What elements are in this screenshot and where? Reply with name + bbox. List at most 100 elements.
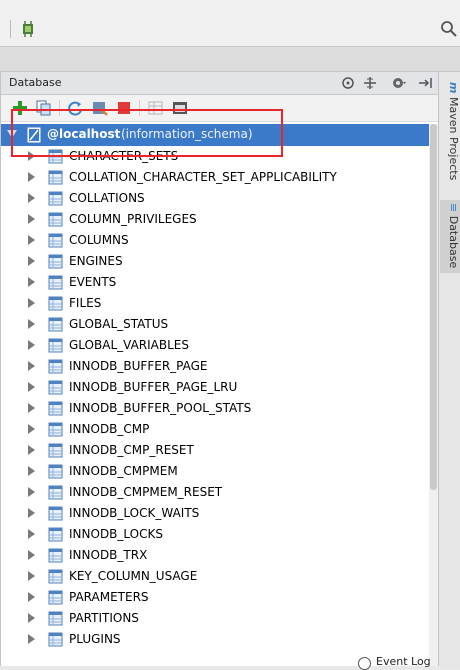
tab-maven-projects[interactable]: m Maven Projects	[440, 80, 460, 192]
expand-caret-icon[interactable]	[28, 361, 35, 371]
table-row[interactable]: COLLATION_CHARACTER_SET_APPLICABILITY	[1, 167, 429, 188]
table-name: PARTITIONS	[69, 611, 139, 625]
table-view-icon[interactable]	[147, 99, 165, 117]
table-name: INNODB_CMPMEM	[69, 464, 178, 478]
add-icon[interactable]	[11, 99, 29, 117]
table-icon	[48, 506, 63, 521]
expand-caret-icon[interactable]	[28, 424, 35, 434]
table-row[interactable]: INNODB_BUFFER_POOL_STATS	[1, 398, 429, 419]
properties-icon[interactable]	[91, 99, 109, 117]
hide-panel-icon[interactable]	[417, 75, 433, 91]
table-name: INNODB_LOCK_WAITS	[69, 506, 200, 520]
table-row[interactable]: INNODB_LOCKS	[1, 524, 429, 545]
copy-icon[interactable]	[35, 99, 53, 117]
expand-caret-icon[interactable]	[28, 466, 35, 476]
expand-caret-icon[interactable]	[28, 319, 35, 329]
table-row[interactable]: COLUMN_PRIVILEGES	[1, 209, 429, 230]
table-row[interactable]: INNODB_LOCK_WAITS	[1, 503, 429, 524]
table-row[interactable]: GLOBAL_STATUS	[1, 314, 429, 335]
expand-caret-icon[interactable]	[28, 571, 35, 581]
expand-caret-icon[interactable]	[28, 445, 35, 455]
toolbar-left-edge	[0, 20, 11, 38]
event-log-icon[interactable]	[358, 657, 371, 670]
schema-tree: @localhost (information_schema) CHARACTE…	[1, 124, 429, 666]
table-name: INNODB_TRX	[69, 548, 148, 562]
vertical-scrollbar[interactable]	[429, 124, 438, 666]
table-name: FILES	[69, 296, 102, 310]
tab-label: Maven Projects	[447, 96, 460, 181]
table-name: INNODB_LOCKS	[69, 527, 163, 541]
expand-caret-icon[interactable]	[28, 151, 35, 161]
refresh-icon[interactable]	[66, 99, 84, 117]
table-icon	[48, 233, 63, 248]
table-name: COLLATION_CHARACTER_SET_APPLICABILITY	[69, 170, 337, 184]
expand-caret-icon[interactable]	[28, 613, 35, 623]
panel-header: Database	[1, 72, 438, 95]
collapse-all-icon[interactable]	[362, 75, 378, 91]
expand-caret-icon[interactable]	[28, 382, 35, 392]
expand-caret-icon[interactable]	[28, 172, 35, 182]
expand-caret-icon[interactable]	[28, 592, 35, 602]
expand-caret-icon[interactable]	[7, 130, 17, 138]
database-toolbar	[1, 95, 438, 122]
expand-caret-icon[interactable]	[28, 634, 35, 644]
table-icon	[48, 548, 63, 563]
expand-caret-icon[interactable]	[28, 277, 35, 287]
table-row[interactable]: PARTITIONS	[1, 608, 429, 629]
plugin-chip-icon[interactable]	[20, 20, 36, 38]
stop-icon[interactable]	[115, 99, 133, 117]
database-icon: ≡	[447, 203, 460, 213]
table-row[interactable]: INNODB_CMPMEM_RESET	[1, 482, 429, 503]
table-row[interactable]: KEY_COLUMN_USAGE	[1, 566, 429, 587]
gear-icon[interactable]	[391, 75, 407, 91]
table-icon	[48, 338, 63, 353]
event-log-label[interactable]: Event Log	[376, 655, 431, 668]
table-row[interactable]: ENGINES	[1, 251, 429, 272]
datasource-icon	[27, 127, 41, 143]
table-name: INNODB_CMP_RESET	[69, 443, 194, 457]
tab-database[interactable]: ≡ Database	[440, 200, 460, 273]
panel-title: Database	[9, 76, 62, 89]
table-icon	[48, 569, 63, 584]
table-row[interactable]: INNODB_TRX	[1, 545, 429, 566]
table-row[interactable]: INNODB_BUFFER_PAGE_LRU	[1, 377, 429, 398]
console-icon[interactable]	[171, 99, 189, 117]
table-row[interactable]: INNODB_BUFFER_PAGE	[1, 356, 429, 377]
expand-caret-icon[interactable]	[28, 214, 35, 224]
schema-name: (information_schema)	[121, 127, 253, 141]
expand-caret-icon[interactable]	[28, 508, 35, 518]
table-row[interactable]: INNODB_CMPMEM	[1, 461, 429, 482]
expand-caret-icon[interactable]	[28, 550, 35, 560]
table-name: COLLATIONS	[69, 191, 145, 205]
table-row[interactable]: PLUGINS	[1, 629, 429, 650]
search-icon[interactable]	[440, 20, 458, 38]
table-row[interactable]: COLLATIONS	[1, 188, 429, 209]
table-row[interactable]: INNODB_CMP_RESET	[1, 440, 429, 461]
table-name: GLOBAL_VARIABLES	[69, 338, 189, 352]
scrollbar-thumb[interactable]	[430, 124, 437, 490]
table-row[interactable]: EVENTS	[1, 272, 429, 293]
table-row[interactable]: INNODB_CMP	[1, 419, 429, 440]
expand-caret-icon[interactable]	[28, 529, 35, 539]
right-tool-bar: m Maven Projects ≡ Database	[438, 72, 460, 666]
expand-caret-icon[interactable]	[28, 298, 35, 308]
table-name: PARAMETERS	[69, 590, 149, 604]
expand-caret-icon[interactable]	[28, 256, 35, 266]
expand-caret-icon[interactable]	[28, 235, 35, 245]
table-icon	[48, 254, 63, 269]
expand-caret-icon[interactable]	[28, 340, 35, 350]
expand-caret-icon[interactable]	[28, 487, 35, 497]
table-row[interactable]: COLUMNS	[1, 230, 429, 251]
table-row[interactable]: FILES	[1, 293, 429, 314]
tree-root-localhost[interactable]: @localhost (information_schema)	[1, 124, 429, 146]
table-icon	[48, 149, 63, 164]
table-name: PLUGINS	[69, 632, 121, 646]
expand-caret-icon[interactable]	[28, 193, 35, 203]
table-row[interactable]: PARAMETERS	[1, 587, 429, 608]
expand-caret-icon[interactable]	[28, 403, 35, 413]
table-name: INNODB_CMPMEM_RESET	[69, 485, 223, 499]
crosshair-icon[interactable]	[340, 75, 356, 91]
table-row[interactable]: GLOBAL_VARIABLES	[1, 335, 429, 356]
table-row[interactable]: CHARACTER_SETS	[1, 146, 429, 167]
table-name: ENGINES	[69, 254, 123, 268]
